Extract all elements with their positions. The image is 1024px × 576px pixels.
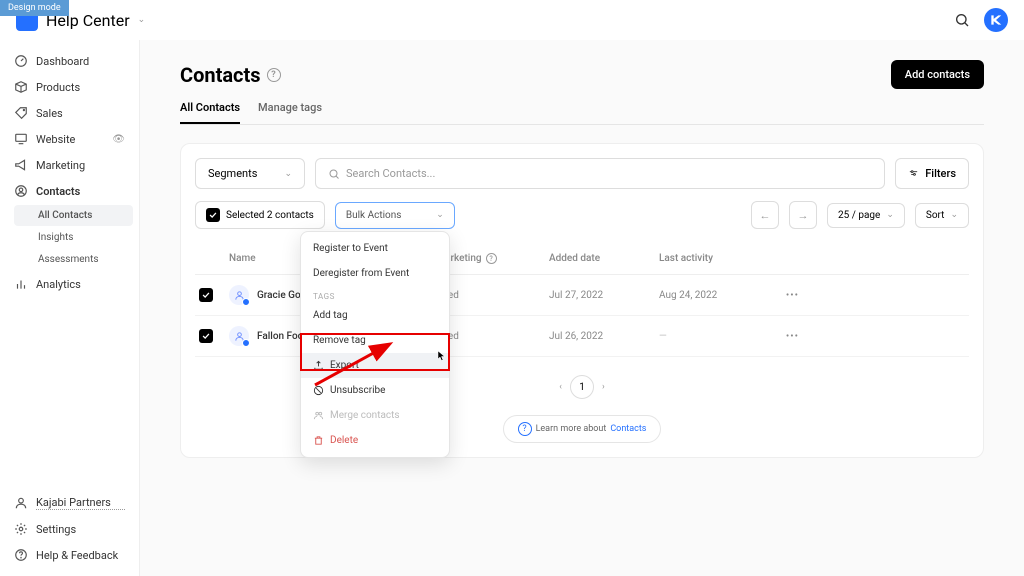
- added-cell: Jul 27, 2022: [549, 290, 659, 301]
- dropdown-unsubscribe[interactable]: Unsubscribe: [301, 378, 449, 403]
- export-icon: [313, 360, 324, 371]
- learn-more-pill[interactable]: ? Learn more about Contacts: [503, 415, 662, 443]
- checkbox-checked-icon: [206, 208, 220, 222]
- col-added-date[interactable]: Added date: [549, 253, 659, 264]
- dropdown-merge: Merge contacts: [301, 403, 449, 428]
- tab-manage-tags[interactable]: Manage tags: [258, 101, 322, 124]
- sidebar-item-label: Settings: [36, 523, 125, 536]
- help-circle-icon[interactable]: ?: [486, 253, 497, 264]
- sidebar-item-contacts[interactable]: Contacts: [0, 178, 139, 204]
- monitor-icon: [14, 132, 28, 146]
- row-checkbox[interactable]: [199, 329, 213, 343]
- chevron-down-icon: ⌄: [886, 210, 894, 220]
- added-cell: Jul 26, 2022: [549, 331, 659, 342]
- sidebar-item-label: Sales: [36, 107, 125, 120]
- sidebar-item-marketing[interactable]: Marketing: [0, 152, 139, 178]
- user-icon: [14, 496, 28, 510]
- learn-more-link[interactable]: Contacts: [610, 424, 646, 434]
- help-circle-icon: ?: [518, 422, 532, 436]
- search-icon: [328, 168, 340, 180]
- segments-select[interactable]: Segments⌄: [195, 158, 305, 189]
- sidebar-item-label: Kajabi Partners: [36, 496, 125, 510]
- dropdown-delete[interactable]: Delete: [301, 428, 449, 453]
- activity-cell: Aug 24, 2022: [659, 290, 769, 301]
- sidebar-item-label: Dashboard: [36, 55, 125, 68]
- bulk-actions-select[interactable]: Bulk Actions⌄: [335, 202, 455, 229]
- dropdown-export[interactable]: Export: [301, 353, 449, 378]
- megaphone-icon: [14, 158, 28, 172]
- page-number[interactable]: 1: [570, 375, 594, 399]
- unsubscribe-icon: [313, 385, 324, 396]
- sidebar-sub-assessments[interactable]: Assessments: [14, 249, 133, 270]
- chevron-down-icon: ⌄: [284, 169, 292, 179]
- tab-all-contacts[interactable]: All Contacts: [180, 101, 240, 124]
- topbar: Help Center ⌄: [0, 0, 1024, 40]
- filters-button[interactable]: Filters: [895, 158, 969, 189]
- search-icon[interactable]: [954, 12, 970, 28]
- sidebar-item-label: Contacts: [36, 185, 125, 198]
- avatar: [229, 326, 249, 346]
- sidebar-item-label: Analytics: [36, 278, 125, 291]
- sidebar-item-products[interactable]: Products: [0, 74, 139, 100]
- tag-icon: [14, 106, 28, 120]
- sidebar-item-label: Products: [36, 81, 125, 94]
- add-contacts-button[interactable]: Add contacts: [891, 60, 984, 89]
- contacts-panel: Segments⌄ Search Contacts... Filters Sel…: [180, 143, 984, 458]
- sidebar-item-settings[interactable]: Settings: [0, 516, 139, 542]
- dashboard-icon: [14, 54, 28, 68]
- user-circle-icon: [14, 184, 28, 198]
- trash-icon: [313, 435, 324, 446]
- gear-icon: [14, 522, 28, 536]
- sidebar-item-partners[interactable]: Kajabi Partners: [0, 490, 139, 516]
- row-checkbox[interactable]: [199, 288, 213, 302]
- sidebar-item-label: Help & Feedback: [36, 549, 125, 562]
- prev-page-icon[interactable]: ‹: [559, 382, 562, 392]
- merge-icon: [313, 410, 324, 421]
- row-menu-button[interactable]: •••: [769, 331, 799, 342]
- dropdown-tags-header: TAGS: [301, 286, 449, 303]
- chevron-down-icon: ⌄: [436, 210, 444, 220]
- sidebar-item-label: Marketing: [36, 159, 125, 172]
- filter-icon: [908, 168, 919, 179]
- main-content: Contacts ? Add contacts All Contacts Man…: [140, 40, 1024, 576]
- selected-count-chip[interactable]: Selected 2 contacts: [195, 201, 325, 229]
- sidebar-sub-insights[interactable]: Insights: [14, 227, 133, 248]
- sort-select[interactable]: Sort⌄: [915, 203, 969, 228]
- next-page-button[interactable]: →: [789, 201, 817, 229]
- help-icon: [14, 548, 28, 562]
- help-circle-icon[interactable]: ?: [267, 68, 281, 82]
- sidebar-item-dashboard[interactable]: Dashboard: [0, 48, 139, 74]
- next-page-icon[interactable]: ›: [602, 382, 605, 392]
- box-icon: [14, 80, 28, 94]
- prev-page-button[interactable]: ←: [751, 201, 779, 229]
- dropdown-add-tag[interactable]: Add tag: [301, 303, 449, 328]
- sidebar-item-sales[interactable]: Sales: [0, 100, 139, 126]
- per-page-select[interactable]: 25 / page⌄: [827, 203, 905, 228]
- sidebar: Dashboard Products Sales Website 👁 Marke…: [0, 40, 140, 576]
- chevron-down-icon: ⌄: [138, 15, 146, 25]
- row-menu-button[interactable]: •••: [769, 290, 799, 301]
- dropdown-deregister-event[interactable]: Deregister from Event: [301, 261, 449, 286]
- sidebar-item-analytics[interactable]: Analytics: [0, 271, 139, 297]
- brand-logo[interactable]: [984, 8, 1008, 32]
- avatar: [229, 285, 249, 305]
- activity-cell: —: [659, 331, 769, 342]
- search-input[interactable]: Search Contacts...: [315, 158, 885, 189]
- sidebar-item-help[interactable]: Help & Feedback: [0, 542, 139, 568]
- dropdown-remove-tag[interactable]: Remove tag: [301, 328, 449, 353]
- bulk-actions-dropdown: Register to Event Deregister from Event …: [300, 231, 450, 458]
- tabs: All Contacts Manage tags: [180, 101, 984, 125]
- sidebar-item-label: Website: [36, 133, 104, 146]
- sidebar-sub-all-contacts[interactable]: All Contacts: [14, 205, 133, 226]
- page-title: Contacts ?: [180, 63, 281, 87]
- dropdown-register-event[interactable]: Register to Event: [301, 236, 449, 261]
- col-last-activity[interactable]: Last activity: [659, 253, 769, 264]
- design-mode-badge: Design mode: [0, 0, 69, 16]
- bars-icon: [14, 277, 28, 291]
- eye-icon[interactable]: 👁: [112, 134, 125, 145]
- sidebar-item-website[interactable]: Website 👁: [0, 126, 139, 152]
- chevron-down-icon: ⌄: [950, 210, 958, 220]
